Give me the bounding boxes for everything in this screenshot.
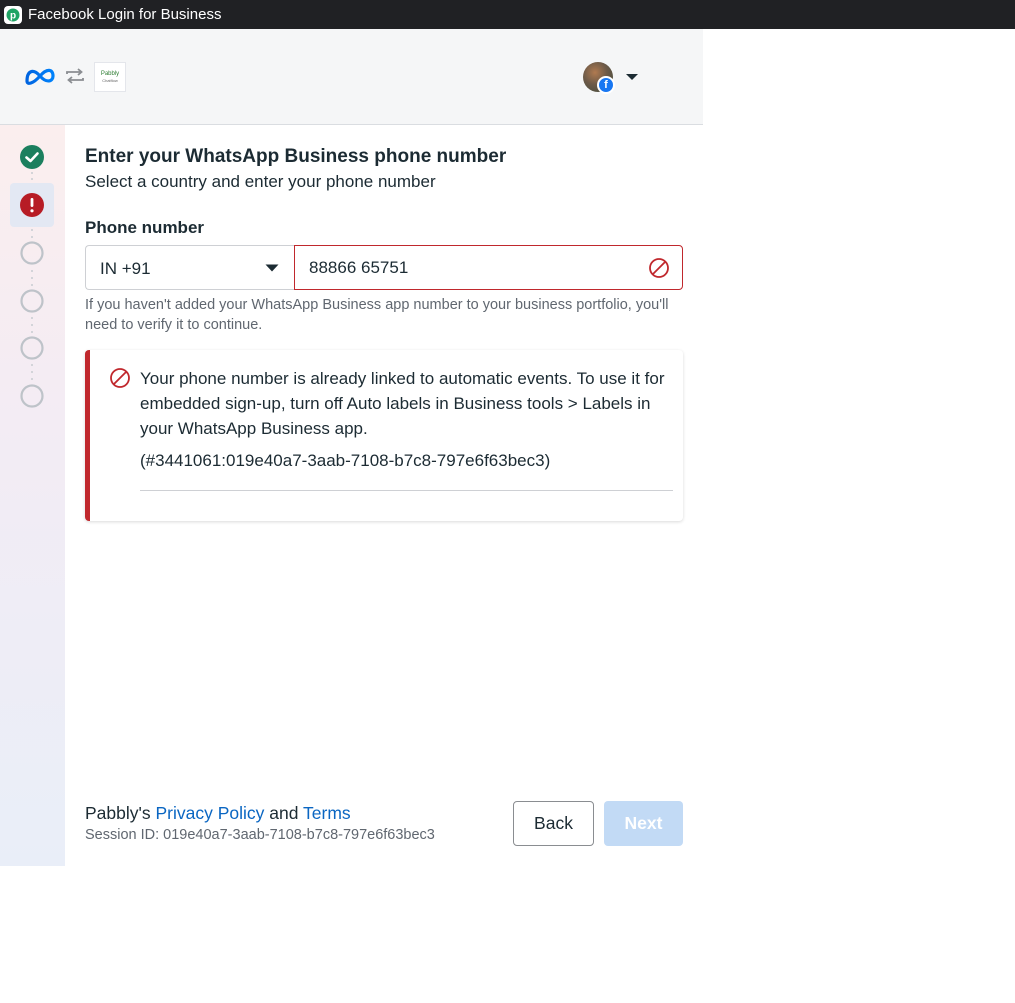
facebook-badge-icon: f bbox=[597, 76, 615, 94]
partner-logo-subtext: Chatflow bbox=[102, 78, 118, 83]
country-code-value: IN +91 bbox=[100, 259, 151, 278]
prohibited-error-icon bbox=[649, 258, 669, 278]
error-message: Your phone number is already linked to a… bbox=[140, 369, 665, 438]
error-alert: Your phone number is already linked to a… bbox=[85, 350, 683, 521]
session-id: Session ID: 019e40a7-3aab-7108-b7c8-797e… bbox=[85, 827, 435, 843]
step-connector bbox=[31, 364, 33, 380]
meta-logo-icon bbox=[24, 65, 56, 92]
page-subheading: Select a country and enter your phone nu… bbox=[85, 172, 436, 191]
helper-text: If you haven't added your WhatsApp Busin… bbox=[85, 297, 669, 333]
owner-text: Pabbly's bbox=[85, 803, 151, 823]
step-pending-circle-icon bbox=[20, 289, 44, 313]
step-pending-circle-icon bbox=[20, 384, 44, 408]
sync-arrows-icon bbox=[64, 66, 86, 91]
page-heading: Enter your WhatsApp Business phone numbe… bbox=[85, 146, 507, 167]
error-code: (#3441061:019e40a7-3aab-7108-b7c8-797e6f… bbox=[140, 451, 551, 470]
window-title-bar: p Facebook Login for Business bbox=[0, 0, 1015, 29]
privacy-policy-link[interactable]: Privacy Policy bbox=[155, 803, 264, 823]
step-pending-circle-icon bbox=[20, 336, 44, 360]
next-button[interactable]: Next bbox=[604, 801, 683, 846]
prohibited-error-icon bbox=[110, 368, 130, 388]
terms-link[interactable]: Terms bbox=[303, 803, 351, 823]
footer-policy-links: Pabbly's Privacy Policy and Terms bbox=[85, 803, 351, 824]
step-complete-check-icon bbox=[20, 145, 44, 169]
caret-down-icon bbox=[265, 264, 279, 272]
and-text: and bbox=[269, 803, 299, 823]
back-button[interactable]: Back bbox=[513, 801, 594, 846]
pabbly-app-icon: p bbox=[4, 5, 22, 24]
step-error-icon bbox=[20, 193, 44, 217]
phone-number-label: Phone number bbox=[85, 218, 205, 237]
step-pending-circle-icon bbox=[20, 241, 44, 265]
progress-stepper bbox=[0, 125, 65, 866]
window-title: Facebook Login for Business bbox=[28, 6, 222, 23]
step-connector bbox=[31, 229, 33, 238]
step-connector bbox=[31, 270, 33, 286]
caret-down-icon[interactable] bbox=[624, 69, 640, 87]
svg-text:p: p bbox=[10, 10, 16, 21]
step-connector bbox=[31, 172, 33, 180]
divider bbox=[140, 490, 673, 491]
pabbly-chatflow-logo: Pabbly Chatflow bbox=[94, 62, 126, 92]
country-code-select[interactable]: IN +91 bbox=[85, 245, 295, 290]
phone-number-input[interactable] bbox=[309, 258, 629, 278]
step-connector bbox=[31, 317, 33, 333]
header-bar: Pabbly Chatflow f bbox=[0, 29, 703, 125]
login-popup: Pabbly Chatflow f Enter your WhatsApp Bu… bbox=[0, 29, 703, 866]
phone-number-field[interactable] bbox=[294, 245, 683, 290]
partner-logo-text: Pabbly bbox=[100, 71, 120, 77]
